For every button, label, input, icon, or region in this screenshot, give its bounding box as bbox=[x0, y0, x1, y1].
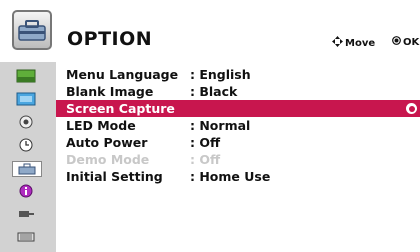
menu-item-demo-mode: Demo Mode : Off bbox=[56, 151, 420, 168]
menu-item-value: : Off bbox=[190, 135, 221, 150]
menu-item-label: Auto Power bbox=[66, 135, 148, 150]
menu-item-label: Blank Image bbox=[66, 84, 154, 99]
ok-button-icon bbox=[392, 36, 401, 48]
ok-hint-label: OK bbox=[403, 36, 420, 48]
picture-icon[interactable] bbox=[16, 69, 36, 83]
category-sidebar bbox=[0, 62, 56, 252]
menu-item-value: : Black bbox=[190, 84, 238, 99]
menu-item-initial-setting[interactable]: Initial Setting : Home Use bbox=[56, 168, 420, 185]
menu-header: OPTION Move OK bbox=[0, 0, 420, 62]
menu-item-label: Screen Capture bbox=[66, 101, 175, 116]
navigate-icon bbox=[332, 36, 343, 50]
menu-item-led-mode[interactable]: LED Mode : Normal bbox=[56, 117, 420, 134]
menu-item-label: Menu Language bbox=[66, 67, 179, 82]
move-hint: Move bbox=[332, 36, 375, 50]
ok-hint: OK bbox=[392, 36, 419, 48]
menu-item-value: : Home Use bbox=[190, 169, 271, 184]
menu-item-screen-capture[interactable]: Screen Capture bbox=[56, 100, 420, 117]
screen-icon[interactable] bbox=[16, 92, 36, 106]
option-list: Menu Language : English Blank Image : Bl… bbox=[56, 62, 420, 252]
toolbox-icon bbox=[12, 10, 52, 50]
menu-item-auto-power[interactable]: Auto Power : Off bbox=[56, 134, 420, 151]
time-icon[interactable] bbox=[16, 138, 36, 152]
menu-item-value: : English bbox=[190, 67, 251, 82]
menu-item-value: : Off bbox=[190, 152, 221, 167]
ok-select-icon[interactable] bbox=[406, 103, 417, 114]
menu-item-label: LED Mode bbox=[66, 118, 136, 133]
move-hint-label: Move bbox=[345, 37, 376, 49]
menu-item-label: Demo Mode bbox=[66, 152, 150, 167]
page-title: OPTION bbox=[67, 28, 153, 50]
info-icon[interactable] bbox=[16, 184, 36, 198]
menu-item-blank-image[interactable]: Blank Image : Black bbox=[56, 83, 420, 100]
option-icon[interactable] bbox=[12, 161, 42, 177]
option-menu-screen: OPTION Move OK Menu Language: English B… bbox=[0, 0, 420, 252]
audio-icon[interactable] bbox=[16, 115, 36, 129]
menu-item-label: Initial Setting bbox=[66, 169, 163, 184]
menu-item-menu-language[interactable]: Menu Language : English bbox=[56, 66, 420, 83]
input-icon[interactable] bbox=[16, 207, 36, 221]
usb-icon[interactable] bbox=[16, 230, 36, 244]
menu-item-value: : Normal bbox=[190, 118, 251, 133]
